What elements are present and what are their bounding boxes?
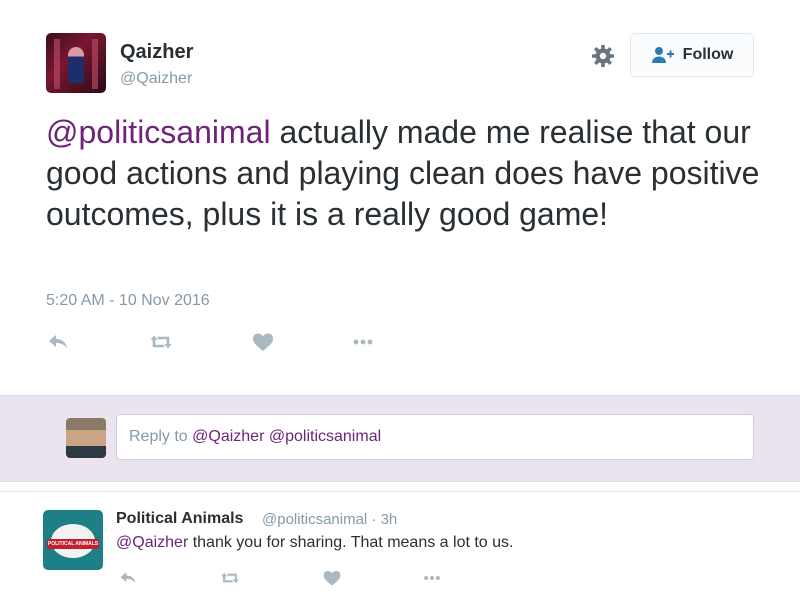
user-handle[interactable]: @Qaizher: [120, 70, 192, 88]
reply-mention-link[interactable]: @Qaizher: [116, 534, 188, 551]
reply-mention-politicsanimal: @politicsanimal: [268, 428, 382, 445]
reply-input[interactable]: Reply to @Qaizher @politicsanimal: [116, 414, 754, 460]
retweet-icon[interactable]: [220, 568, 240, 588]
timestamp[interactable]: 5:20 AM - 10 Nov 2016: [46, 292, 210, 310]
follow-label: Follow: [682, 46, 734, 63]
tweet-text: @politicsanimal actually made me realise…: [46, 112, 766, 235]
like-icon[interactable]: [251, 330, 275, 354]
display-name[interactable]: Qaizher: [120, 41, 193, 64]
avatar-logo-text: POLITICAL ANIMALS: [47, 539, 99, 549]
reply-icon[interactable]: [46, 330, 70, 354]
reply-mention-user: @Qaizher: [192, 428, 265, 445]
add-user-icon: [651, 47, 674, 63]
reply-tweet: POLITICAL ANIMALS Political Animals @pol…: [0, 492, 800, 600]
more-icon[interactable]: [422, 568, 442, 588]
reply-icon[interactable]: [118, 568, 138, 588]
main-tweet: Qaizher @Qaizher Follow @politicsanimal: [0, 0, 800, 395]
reply-display-name[interactable]: Political Animals: [116, 510, 243, 528]
reply-prefix: Reply to: [129, 428, 193, 445]
avatar[interactable]: [46, 33, 106, 93]
reply-text-body: thank you for sharing. That means a lot …: [188, 534, 514, 551]
follow-button[interactable]: Follow: [630, 33, 754, 77]
current-user-avatar: [66, 418, 106, 458]
political-animals-avatar[interactable]: POLITICAL ANIMALS: [43, 510, 103, 570]
like-icon[interactable]: [322, 568, 342, 588]
gear-icon[interactable]: [591, 44, 615, 68]
mention-link[interactable]: @politicsanimal: [46, 114, 271, 150]
retweet-icon[interactable]: [149, 330, 173, 354]
more-icon[interactable]: [351, 330, 375, 354]
reply-bar: Reply to @Qaizher @politicsanimal: [0, 395, 800, 482]
reply-text: @Qaizher thank you for sharing. That mea…: [116, 534, 513, 552]
reply-meta[interactable]: @politicsanimal · 3h: [262, 511, 397, 528]
